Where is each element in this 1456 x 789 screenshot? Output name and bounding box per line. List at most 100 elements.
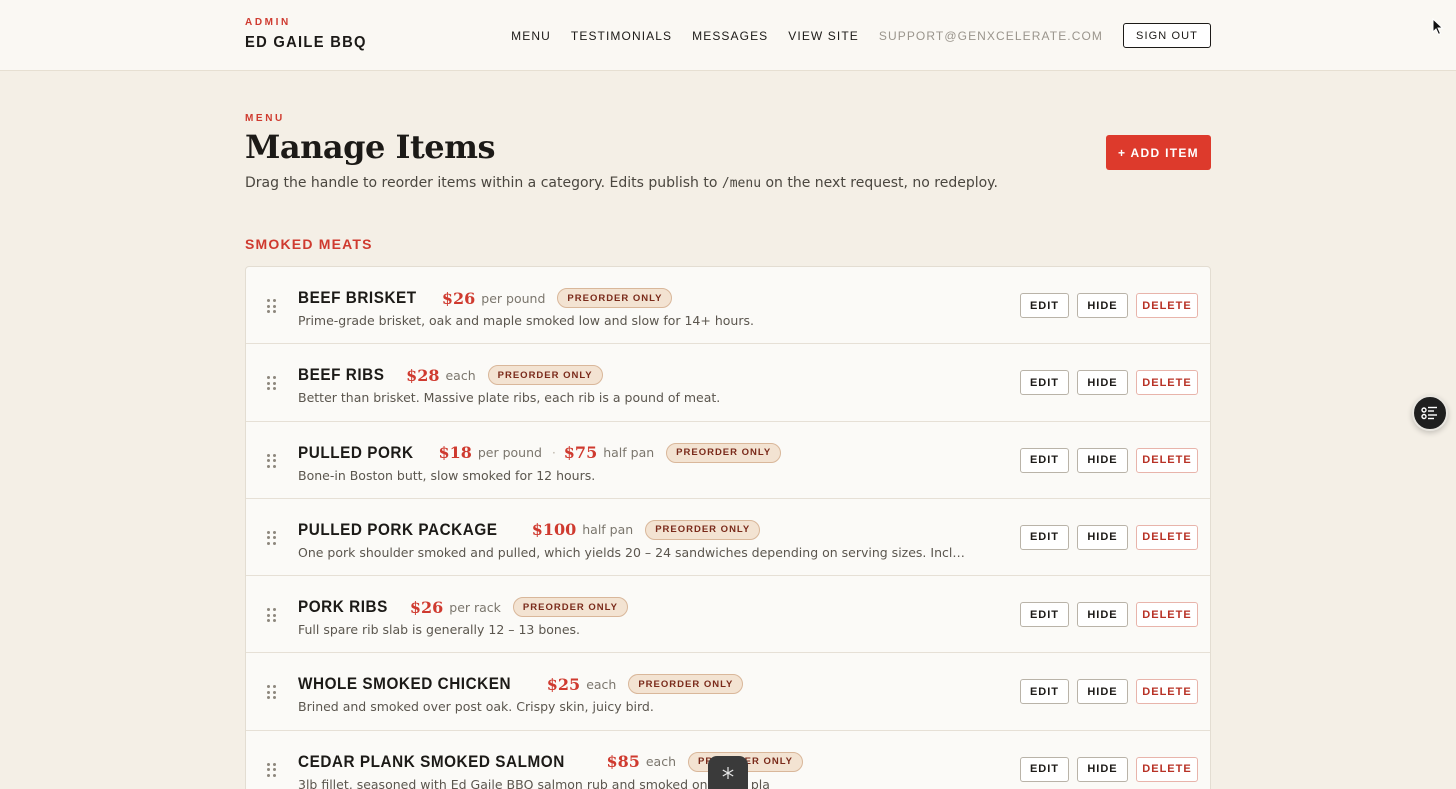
menu-item-row: BEEF RIBS $28 each PREORDER ONLY Better than… (246, 344, 1210, 422)
preorder-badge: PREORDER ONLY (487, 365, 603, 386)
item-price: $18 (438, 443, 472, 463)
main-nav: MENU TESTIMONIALS MESSAGES VIEW SITE SUP… (511, 23, 1211, 48)
edit-button[interactable]: EDIT (1020, 293, 1069, 318)
brand-kicker: ADMIN (245, 17, 291, 28)
item-title-line: BEEF BRISKET $26 per pound PREORDER ONLY (298, 286, 673, 310)
edit-button[interactable]: EDIT (1020, 602, 1069, 628)
item-actions: EDIT HIDE DELETE (1012, 524, 1198, 550)
item-list: BEEF BRISKET $26 per pound PREORDER ONLY Pri… (245, 266, 1211, 789)
nav-support-email[interactable]: SUPPORT@GENXCELERATE.COM (879, 29, 1103, 43)
preorder-badge: PREORDER ONLY (512, 597, 628, 618)
item-actions: EDIT HIDE DELETE (1012, 756, 1198, 782)
page-title: Manage Items (245, 128, 496, 166)
item-description: Bone-in Boston butt, slow smoked for 12 … (298, 467, 596, 483)
drag-handle-icon[interactable] (266, 375, 278, 391)
menu-item-row: BEEF BRISKET $26 per pound PREORDER ONLY Pri… (246, 267, 1210, 345)
delete-button[interactable]: DELETE (1136, 679, 1198, 705)
item-price: $28 (406, 365, 440, 385)
drag-handle-icon[interactable] (266, 762, 278, 778)
hide-button[interactable]: HIDE (1077, 293, 1128, 318)
drag-handle-icon[interactable] (266, 684, 278, 700)
menu-item-row: PULLED PORK PACKAGE $100 half pan PREORDER … (246, 499, 1210, 577)
delete-button[interactable]: DELETE (1136, 524, 1198, 550)
item-name: PULLED PORK PACKAGE (298, 519, 498, 539)
preorder-badge: PREORDER ONLY (645, 519, 761, 540)
drag-handle-icon[interactable] (266, 607, 278, 623)
edit-button[interactable]: EDIT (1020, 679, 1069, 705)
item-unit: each (645, 754, 677, 770)
item-name: PULLED PORK (298, 442, 414, 462)
item-description: Brined and smoked over post oak. Crispy … (298, 699, 654, 715)
delete-button[interactable]: DELETE (1136, 447, 1198, 473)
item-unit: per rack (449, 599, 501, 615)
item-description: One pork shoulder smoked and pulled, whi… (298, 544, 966, 560)
item-actions: EDIT HIDE DELETE (1012, 447, 1198, 473)
delete-button[interactable]: DELETE (1136, 756, 1198, 782)
edit-button[interactable]: EDIT (1020, 756, 1069, 782)
item-price: $26 (441, 288, 476, 308)
add-item-button[interactable]: + ADD ITEM (1106, 135, 1211, 170)
item-price: $25 (546, 674, 581, 694)
delete-button[interactable]: DELETE (1136, 293, 1198, 318)
hide-button[interactable]: HIDE (1077, 524, 1128, 550)
desc-after: on the next request, no redeploy. (761, 175, 998, 191)
item-description: 3lb fillet, seasoned with Ed Gaile BBQ s… (298, 776, 770, 789)
floating-checklist-button[interactable] (1412, 395, 1448, 431)
item-unit: per pound (481, 290, 546, 306)
hide-button[interactable]: HIDE (1077, 602, 1128, 628)
menu-item-row: PORK RIBS $26 per rack PREORDER ONLY Full sp… (246, 576, 1210, 654)
nav-menu[interactable]: MENU (511, 29, 551, 43)
hide-button[interactable]: HIDE (1077, 447, 1128, 473)
cursor-icon (1432, 18, 1444, 36)
item-title-line: PULLED PORK $18 per pound · $75 half pan PREOR… (298, 441, 782, 465)
item-unit: half pan (582, 522, 634, 538)
item-description: Full spare rib slab is generally 12 – 13… (298, 622, 581, 638)
top-bar: ADMIN ED GAILE BBQ MENU TESTIMONIALS MES… (0, 0, 1456, 71)
drag-handle-icon[interactable] (266, 298, 278, 314)
item-name: PORK RIBS (298, 597, 388, 617)
item-actions: EDIT HIDE DELETE (1012, 370, 1198, 396)
item-actions: EDIT HIDE DELETE (1012, 293, 1198, 318)
hide-button[interactable]: HIDE (1077, 370, 1128, 396)
drag-handle-icon[interactable] (266, 453, 278, 469)
nav-testimonials[interactable]: TESTIMONIALS (571, 29, 672, 43)
item-name: BEEF RIBS (298, 365, 385, 385)
item-title-line: BEEF RIBS $28 each PREORDER ONLY (298, 363, 603, 387)
preorder-badge: PREORDER ONLY (557, 288, 673, 308)
edit-button[interactable]: EDIT (1020, 370, 1069, 396)
brand[interactable]: ADMIN ED GAILE BBQ (245, 17, 377, 52)
delete-button[interactable]: DELETE (1136, 370, 1198, 396)
item-title-line: PULLED PORK PACKAGE $100 half pan PREORDER … (298, 518, 761, 542)
delete-button[interactable]: DELETE (1136, 602, 1198, 628)
item-description: Better than brisket. Massive plate ribs,… (298, 390, 721, 406)
brand-name: ED GAILE BBQ (245, 34, 367, 51)
item-unit: per pound (477, 445, 542, 461)
snowflake-icon (722, 766, 734, 779)
category-title: SMOKED MEATS (245, 236, 373, 252)
nav-messages[interactable]: MESSAGES (692, 29, 768, 43)
sign-out-button[interactable]: SIGN OUT (1123, 23, 1211, 48)
hide-button[interactable]: HIDE (1077, 756, 1128, 782)
desc-code: /menu (721, 176, 762, 191)
item-name: CEDAR PLANK SMOKED SALMON (298, 751, 565, 771)
item-price: $85 (606, 752, 640, 772)
preorder-badge: PREORDER ONLY (666, 442, 782, 463)
item-name: BEEF BRISKET (298, 288, 417, 307)
item-price: $26 (409, 597, 444, 617)
edit-button[interactable]: EDIT (1020, 524, 1069, 550)
menu-item-row: WHOLE SMOKED CHICKEN $25 each PREORDER ONLY… (246, 653, 1210, 731)
page-description: Drag the handle to reorder items within … (245, 175, 998, 191)
dock-toggle-button[interactable] (708, 756, 748, 789)
section-kicker: MENU (245, 113, 285, 124)
item-title-line: PORK RIBS $26 per rack PREORDER ONLY (298, 595, 628, 619)
preorder-badge: PREORDER ONLY (628, 674, 744, 695)
item-price: $100 (531, 520, 577, 540)
item-unit: each (586, 676, 617, 692)
nav-view-site[interactable]: VIEW SITE (788, 29, 859, 43)
drag-handle-icon[interactable] (266, 530, 278, 546)
edit-button[interactable]: EDIT (1020, 447, 1069, 473)
desc-before: Drag the handle to reorder items within … (245, 175, 722, 191)
hide-button[interactable]: HIDE (1077, 679, 1128, 705)
item-title-line: WHOLE SMOKED CHICKEN $25 each PREORDER ONLY (298, 672, 744, 696)
item-unit: each (445, 367, 476, 383)
